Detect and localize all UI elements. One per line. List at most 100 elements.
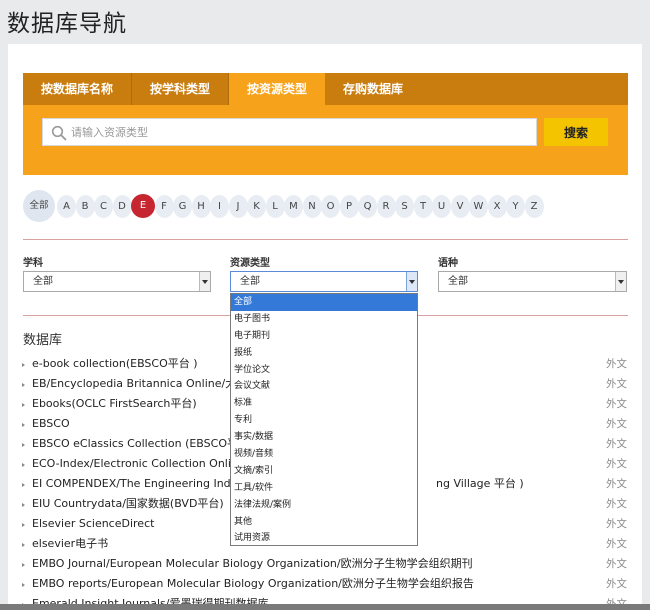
bullet-icon [22,523,25,527]
letter-n[interactable]: N [302,194,322,218]
letter-z[interactable]: Z [524,194,544,218]
letter-b[interactable]: B [75,194,95,218]
database-link[interactable]: EMBO reports/European Molecular Biology … [32,574,474,594]
letter-c[interactable]: C [94,194,113,218]
language-tag: 外文 [606,558,627,570]
letter-v[interactable]: V [450,194,470,218]
language-tag: 外文 [606,438,627,450]
database-link[interactable]: EIU Countrydata/国家数据(BVD平台) [32,494,224,514]
language-tag: 外文 [606,478,627,490]
bullet-icon [22,483,25,487]
letter-k[interactable]: K [247,194,266,218]
letter-i[interactable]: I [210,194,229,218]
letter-index: 全部 A B C D E F G H I J K L M N O P Q R S T U V W X Y Z [23,189,544,223]
language-tag: 外文 [606,358,627,370]
dropdown-option[interactable]: 法律法规/案例 [231,497,417,514]
letter-m[interactable]: M [284,194,303,218]
database-link[interactable]: EBSCO [32,414,70,434]
letter-a[interactable]: A [57,194,76,218]
language-filter-label: 语种 [438,258,458,269]
resource-type-select[interactable]: 全部 [230,271,418,292]
language-tag: 外文 [606,418,627,430]
dropdown-option[interactable]: 工具/软件 [231,480,417,497]
chevron-down-icon [199,272,210,291]
letter-q[interactable]: Q [358,194,377,218]
bullet-icon [22,463,25,467]
dropdown-option[interactable]: 报纸 [231,345,417,362]
subject-filter-label: 学科 [23,258,43,269]
database-link[interactable]: EBSCO eClassics Collection (EBSCO平台 ) [32,434,257,454]
divider [23,239,628,240]
bullet-icon [22,363,25,367]
letter-g[interactable]: G [173,194,192,218]
tab-by-database-name[interactable]: 按数据库名称 [23,73,133,105]
letter-h[interactable]: H [191,194,211,218]
language-tag: 外文 [606,458,627,470]
letter-r[interactable]: R [376,194,396,218]
search-input[interactable] [71,119,531,145]
bullet-icon [22,503,25,507]
tab-by-subject[interactable]: 按学科类型 [132,73,230,105]
bullet-icon [22,423,25,427]
tab-purchased-databases[interactable]: 存购数据库 [325,73,421,105]
language-tag: 外文 [606,498,627,510]
language-tag: 外文 [606,578,627,590]
dropdown-option[interactable]: 学位论文 [231,362,417,379]
dropdown-option[interactable]: 会议文献 [231,378,417,395]
resource-type-filter-label: 资源类型 [230,258,270,269]
dropdown-option[interactable]: 试用资源 [231,530,417,547]
database-link[interactable]: Ebooks(OCLC FirstSearch平台) [32,394,197,414]
database-link[interactable]: EB/Encyclopedia Britannica Online/大英百 [32,374,258,394]
list-item: EMBO reports/European Molecular Biology … [22,574,627,594]
subject-select[interactable]: 全部 [23,271,211,292]
language-tag: 外文 [606,398,627,410]
letter-w[interactable]: W [469,194,488,218]
letter-f[interactable]: F [154,194,174,218]
bullet-icon [22,403,25,407]
database-link-tail[interactable]: ng Village 平台 ) [436,474,524,494]
dropdown-option[interactable]: 视频/音频 [231,446,417,463]
search-box [42,118,537,146]
letter-p[interactable]: P [339,194,359,218]
language-select-value: 全部 [448,276,468,287]
dropdown-option[interactable]: 其他 [231,514,417,531]
letter-t[interactable]: T [413,194,433,218]
database-link[interactable]: EMBO Journal/European Molecular Biology … [32,554,473,574]
dropdown-option[interactable]: 专利 [231,412,417,429]
search-icon [51,125,67,141]
language-tag: 外文 [606,518,627,530]
letter-u[interactable]: U [432,194,451,218]
letter-l[interactable]: L [265,194,285,218]
letter-x[interactable]: X [487,194,507,218]
search-button[interactable]: 搜索 [544,118,608,146]
tab-by-resource-type[interactable]: 按资源类型 [229,73,326,105]
language-select[interactable]: 全部 [438,271,627,292]
database-link[interactable]: elsevier电子书 [32,534,108,554]
letter-o[interactable]: O [321,194,340,218]
dropdown-option[interactable]: 事实/数据 [231,429,417,446]
dropdown-option[interactable]: 电子图书 [231,311,417,328]
letter-s[interactable]: S [395,194,414,218]
page-title: 数据库导航 [7,11,127,37]
dropdown-option[interactable]: 电子期刊 [231,328,417,345]
resource-type-dropdown: 全部 电子图书 电子期刊 报纸 学位论文 会议文献 标准 专利 事实/数据 视频/音频 文摘/索引工… [230,293,418,546]
letter-d[interactable]: D [112,194,132,218]
letter-y[interactable]: Y [506,194,525,218]
dropdown-option[interactable]: 标准 [231,395,417,412]
language-tag: 外文 [606,378,627,390]
database-link[interactable]: EI COMPENDEX/The Engineering Index C [32,474,255,494]
letter-j[interactable]: J [228,194,248,218]
dropdown-option[interactable]: 文摘/索引 [231,463,417,480]
language-tag: 外文 [606,538,627,550]
search-block: 按数据库名称 按学科类型 按资源类型 存购数据库 搜索 [23,73,628,175]
database-link[interactable]: Elsevier ScienceDirect [32,514,154,534]
letter-all[interactable]: 全部 [23,190,55,222]
database-link[interactable]: e-book collection(EBSCO平台 ) [32,354,198,374]
letter-e[interactable]: E [131,194,155,218]
bullet-icon [22,583,25,587]
database-link[interactable]: ECO-Index/Electronic Collection Online(O [32,454,258,474]
taskbar-strip [0,604,650,610]
bullet-icon [22,383,25,387]
dropdown-option[interactable]: 全部 [231,294,417,311]
subject-select-value: 全部 [33,276,53,287]
